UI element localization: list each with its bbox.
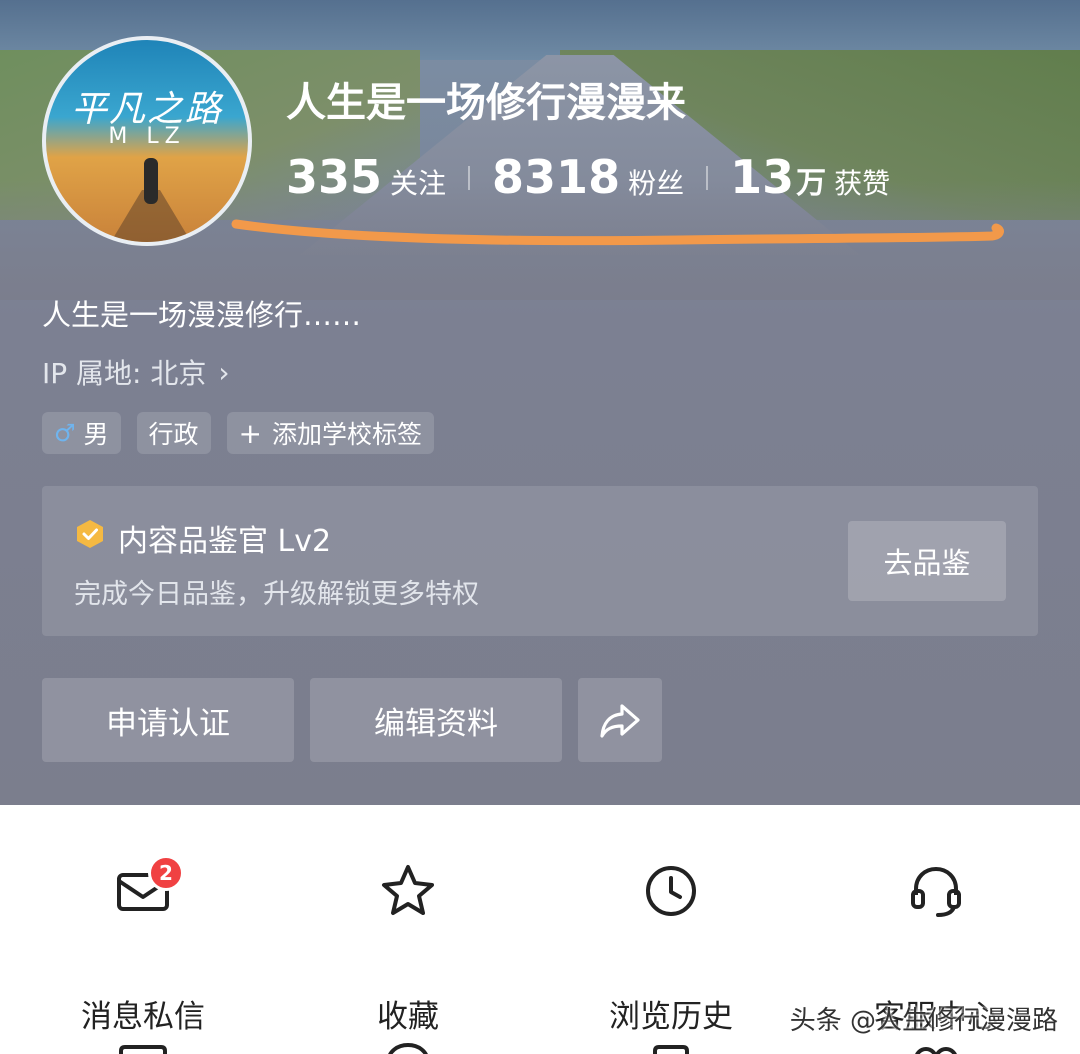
- highlight-underline: [231, 219, 1004, 246]
- profile-stats: 335 关注 8318 粉丝 13 万 获赞: [286, 150, 890, 206]
- clock-icon: [646, 866, 696, 916]
- reviewer-badge-icon: [77, 520, 103, 548]
- stat-divider: [468, 166, 471, 190]
- add-school-tag-button[interactable]: + 添加学校标签: [226, 412, 435, 454]
- stat-likes-label: 获赞: [834, 167, 891, 200]
- share-icon: [600, 704, 640, 738]
- stat-likes-number: 13: [730, 150, 795, 204]
- avatar[interactable]: 平凡之路 M LZ: [42, 36, 252, 246]
- star-icon: [382, 865, 434, 915]
- reviewer-title: 内容品鉴官 Lv2: [118, 524, 332, 559]
- stat-following-label: 关注: [390, 167, 447, 200]
- stat-following[interactable]: 335 关注: [286, 150, 446, 204]
- tag-job-label: 行政: [148, 420, 199, 449]
- tag-job: 行政: [136, 412, 211, 454]
- male-icon: ♂: [54, 419, 76, 447]
- edit-profile-button[interactable]: 编辑资料: [310, 678, 562, 762]
- add-school-tag-label: 添加学校标签: [272, 420, 423, 449]
- function-favorites[interactable]: 收藏: [293, 851, 523, 1035]
- profile-name: 人生是一场修行漫漫来: [286, 80, 686, 126]
- headset-icon: [911, 866, 961, 917]
- go-review-button[interactable]: 去品鉴: [848, 521, 1006, 601]
- chevron-right-icon: ›: [218, 355, 230, 389]
- next-row-icon: [653, 1045, 689, 1054]
- function-history[interactable]: 浏览历史: [556, 851, 786, 1035]
- ip-location-text: IP 属地: 北京: [42, 357, 207, 390]
- ip-location[interactable]: IP 属地: 北京 ›: [42, 352, 230, 392]
- share-button[interactable]: [578, 678, 662, 762]
- profile-tags: ♂ 男 行政 + 添加学校标签: [42, 412, 435, 454]
- function-history-label: 浏览历史: [609, 999, 733, 1035]
- tag-gender-label: 男: [83, 420, 109, 449]
- next-row-icon: [915, 1047, 957, 1054]
- stat-divider: [706, 166, 709, 190]
- stat-followers[interactable]: 8318 粉丝: [492, 150, 684, 204]
- function-support[interactable]: 客服中心: [821, 851, 1051, 1035]
- function-messages-label: 消息私信: [81, 999, 205, 1035]
- stat-likes[interactable]: 13 万 获赞: [730, 150, 890, 204]
- plus-icon: +: [238, 416, 263, 450]
- next-row-icon: [388, 1042, 428, 1054]
- stat-following-number: 335: [286, 150, 383, 204]
- reviewer-subtitle: 完成今日品鉴，升级解锁更多特权: [74, 579, 479, 610]
- apply-verify-button[interactable]: 申请认证: [42, 678, 294, 762]
- function-favorites-label: 收藏: [377, 999, 439, 1035]
- function-messages[interactable]: 2 消息私信: [28, 851, 258, 1035]
- next-row-icon: [119, 1045, 167, 1054]
- tag-gender: ♂ 男: [42, 412, 121, 454]
- unread-badge: 2: [148, 855, 184, 891]
- avatar-subtitle: M LZ: [108, 124, 186, 149]
- stat-followers-number: 8318: [492, 150, 621, 204]
- watermark: 头条 @人生修行漫漫路: [789, 1006, 1058, 1036]
- stat-followers-label: 粉丝: [628, 167, 685, 200]
- stat-likes-unit: 万: [796, 166, 827, 201]
- avatar-figure: [144, 158, 158, 204]
- profile-bio: 人生是一场漫漫修行……: [42, 298, 362, 332]
- reviewer-card[interactable]: 内容品鉴官 Lv2 完成今日品鉴，升级解锁更多特权 去品鉴: [42, 486, 1038, 636]
